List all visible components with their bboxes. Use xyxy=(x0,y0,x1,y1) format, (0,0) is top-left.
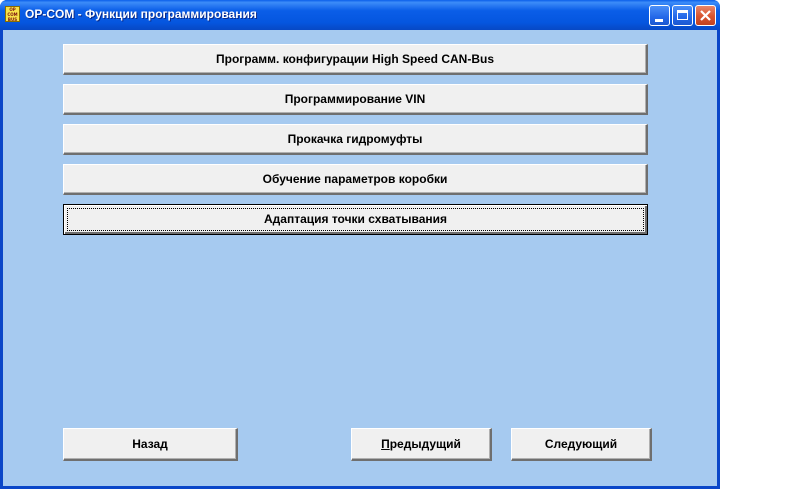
vin-programming-button[interactable]: Программирование VIN xyxy=(63,84,648,115)
minimize-icon xyxy=(655,19,663,22)
next-button-label: Следующий xyxy=(544,437,618,451)
maximize-button[interactable] xyxy=(672,5,693,26)
previous-button[interactable]: Предыдущий xyxy=(351,428,492,461)
app-icon-text-bus: BUS xyxy=(7,17,18,22)
previous-mnemonic: П xyxy=(381,437,390,451)
high-speed-can-bus-config-label: Программ. конфигурации High Speed CAN-Bu… xyxy=(216,52,494,66)
previous-label-rest: редыдущий xyxy=(389,437,461,451)
minimize-button[interactable] xyxy=(649,5,670,26)
hydraulic-clutch-bleed-label: Прокачка гидромуфты xyxy=(287,132,423,146)
close-button[interactable] xyxy=(695,5,716,26)
back-button-label: Назад xyxy=(132,437,168,451)
gearbox-parameter-learning-label: Обучение параметров коробки xyxy=(262,172,448,186)
gearbox-parameter-learning-button[interactable]: Обучение параметров коробки xyxy=(63,164,648,195)
next-button[interactable]: Следующий xyxy=(511,428,652,461)
high-speed-can-bus-config-button[interactable]: Программ. конфигурации High Speed CAN-Bu… xyxy=(63,44,648,75)
main-window: OP COM BUS OP-COM - Функции программиров… xyxy=(0,0,720,489)
vin-programming-label: Программирование VIN xyxy=(284,92,426,106)
hydraulic-clutch-bleed-button[interactable]: Прокачка гидромуфты xyxy=(63,124,648,155)
op-com-app-icon[interactable]: OP COM BUS xyxy=(5,6,20,22)
back-button[interactable]: Назад xyxy=(63,428,238,461)
clutch-bite-point-adaptation-label: Адаптация точки схватывания xyxy=(263,212,447,226)
maximize-icon xyxy=(677,10,688,20)
window-client-area: Программ. конфигурации High Speed CAN-Bu… xyxy=(3,30,717,486)
title-bar[interactable]: OP COM BUS OP-COM - Функции программиров… xyxy=(0,0,720,30)
clutch-bite-point-adaptation-button[interactable]: Адаптация точки схватывания xyxy=(63,204,648,235)
previous-button-label: Предыдущий xyxy=(381,437,461,451)
close-icon xyxy=(700,10,711,21)
window-title: OP-COM - Функции программирования xyxy=(25,7,257,21)
